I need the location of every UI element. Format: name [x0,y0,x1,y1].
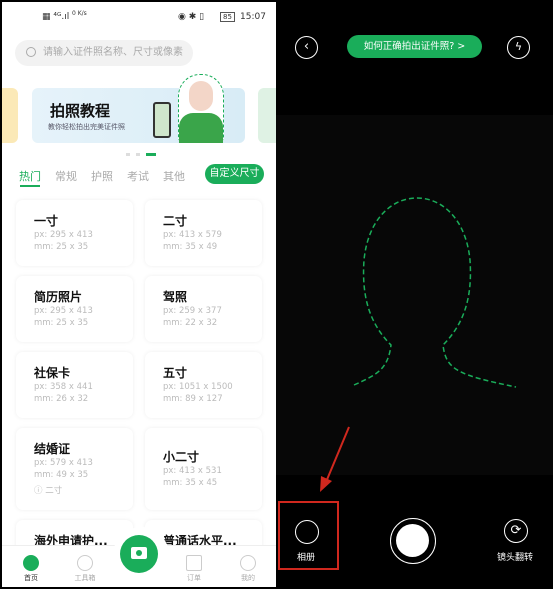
nav-toolbox[interactable]: 工具箱 [65,573,105,583]
tab-passport[interactable]: 护照 [91,168,113,184]
tab-exam[interactable]: 考试 [127,168,149,184]
card-px: px: 413 x 579 [163,230,222,240]
model-image [178,74,224,143]
search-input[interactable]: 请输入证件照名称、尺寸或像素 [15,40,193,66]
card-note: 二寸 [45,486,63,496]
card-mm: mm: 25 x 35 [34,242,89,252]
size-card[interactable]: 一寸 px: 295 x 413 mm: 25 x 35 [16,200,133,266]
card-px: px: 295 x 413 [34,230,93,240]
carousel-dot-active [146,153,156,156]
info-icon: ⓘ [34,486,46,496]
card-title: 一寸 [34,214,59,228]
nav-home[interactable]: 首页 [11,573,51,583]
size-card[interactable]: 五寸 px: 1051 x 1500 mm: 89 x 127 [145,352,262,418]
carousel-dot [136,153,140,156]
size-card[interactable]: 结婚证 px: 579 x 413 mm: 49 x 35 ⓘ 二寸 [16,428,133,510]
home-icon[interactable] [23,555,39,571]
size-card[interactable]: 简历照片 px: 295 x 413 mm: 25 x 35 [16,276,133,342]
tab-hot[interactable]: 热门 [19,168,41,184]
size-card[interactable]: 小二寸 px: 413 x 531 mm: 35 x 45 [145,428,262,510]
shutter-button[interactable] [390,518,436,564]
size-card[interactable]: 驾照 px: 259 x 377 mm: 22 x 32 [145,276,262,342]
card-px: px: 1051 x 1500 [163,382,233,392]
card-title: 驾照 [163,290,188,304]
card-mm: mm: 22 x 32 [163,318,218,328]
card-px: px: 295 x 413 [34,306,93,316]
card-title: 结婚证 [34,442,71,456]
face-outline-guide [278,197,517,570]
card-title: 二寸 [163,214,188,228]
toolbox-icon[interactable] [77,555,93,571]
orders-icon[interactable] [186,555,202,571]
card-mm: mm: 35 x 49 [163,242,218,252]
profile-icon[interactable] [240,555,256,571]
album-icon[interactable] [295,520,319,544]
card-px: px: 579 x 413 [34,458,93,468]
tutorial-banner[interactable]: 拍照教程 教你轻松拍出完美证件照 [32,74,245,143]
card-mm: mm: 25 x 35 [34,318,89,328]
nav-profile[interactable]: 我的 [228,573,268,583]
banner-subtitle: 教你轻松拍出完美证件照 [48,123,125,131]
banner-prev[interactable] [2,88,18,143]
flip-camera-icon[interactable]: ⟳ [504,519,528,543]
card-mm: mm: 26 x 32 [34,394,89,404]
card-title: 小二寸 [163,450,200,464]
flip-camera-button[interactable]: 镜头翻转 [497,550,533,563]
card-mm: mm: 89 x 127 [163,394,223,404]
camera-button[interactable] [120,535,158,573]
clock: 15:07 [240,12,266,22]
card-title: 简历照片 [34,290,83,304]
carousel-dot [126,153,130,156]
card-title: 社保卡 [34,366,71,380]
red-arrow [325,426,350,483]
banner-title: 拍照教程 [50,102,111,120]
home-screen: ▦ ⁴ᴳ.ıl 0 K/s ◉ ✱ ▯ 85 15:07 请输入证件照名称、尺寸… [2,2,276,587]
card-mm: mm: 35 x 45 [163,478,218,488]
card-px: px: 358 x 441 [34,382,93,392]
size-card[interactable]: 二寸 px: 413 x 579 mm: 35 x 49 [145,200,262,266]
card-px: px: 413 x 531 [163,466,222,476]
card-px: px: 259 x 377 [163,306,222,316]
tab-indicator [20,185,40,187]
tab-regular[interactable]: 常规 [55,168,77,184]
album-button[interactable]: 相册 [297,550,315,563]
card-title: 五寸 [163,366,188,380]
banner-next[interactable] [258,88,276,143]
size-card[interactable]: 社保卡 px: 358 x 441 mm: 26 x 32 [16,352,133,418]
tab-other[interactable]: 其他 [163,168,185,184]
signal-icon: ▦ ⁴ᴳ.ıl [42,12,70,22]
nav-orders[interactable]: 订单 [174,573,214,583]
status-icons: ◉ ✱ ▯ [178,12,205,22]
battery-icon: 85 [220,12,235,22]
custom-size-button[interactable]: 自定义尺寸 [205,164,264,184]
card-mm: mm: 49 x 35 [34,470,89,480]
search-icon [26,47,36,57]
phone-image [153,102,171,138]
camera-screen: ‹ 如何正确拍出证件照? > ϟ 相册 ⟳ 镜头翻转 [276,0,553,589]
net-speed: 0 K/s [72,10,87,17]
